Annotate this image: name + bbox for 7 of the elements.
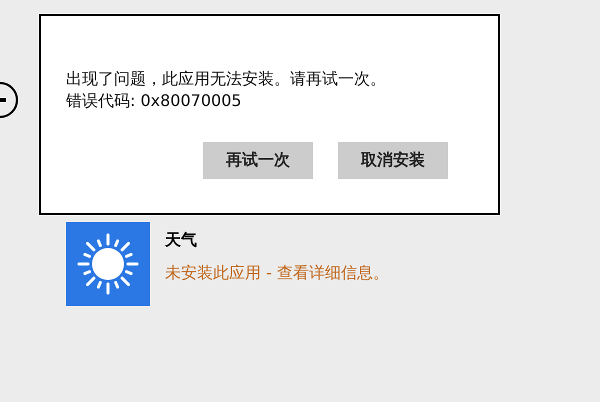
error-message: 错误代码: 0x80070005 [66,90,243,112]
app-name: 天气 [165,230,197,251]
back-icon[interactable] [0,81,19,119]
error-message: 出现了问题，此应用无法安装。请再试一次。 [66,68,387,90]
retry-button[interactable]: 再试一次 [203,142,313,179]
sun-icon[interactable] [66,222,150,306]
cancel-install-button[interactable]: 取消安装 [338,142,448,179]
